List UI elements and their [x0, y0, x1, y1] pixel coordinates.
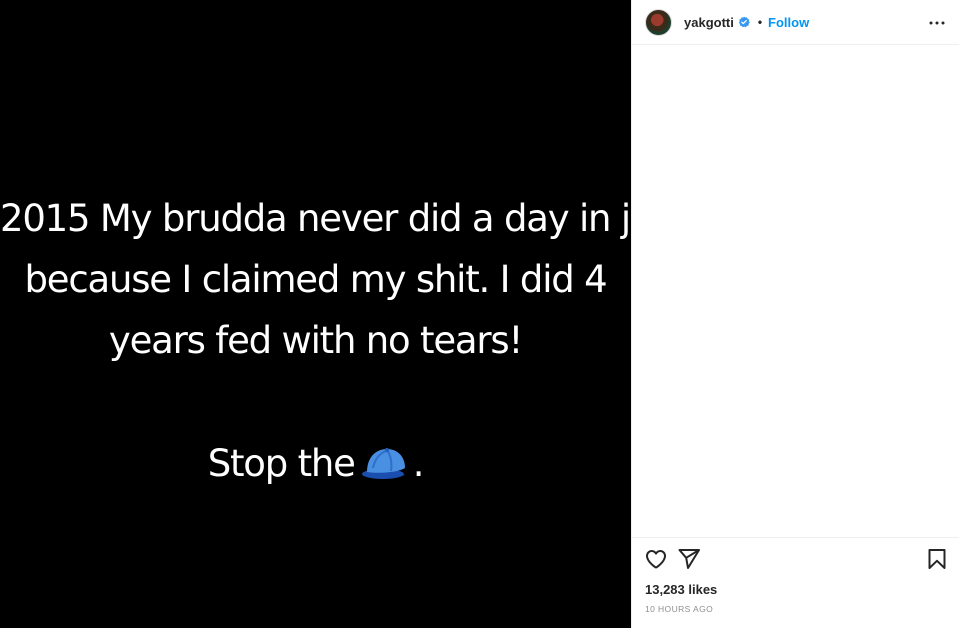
quote-line-stop: Stop the . [0, 433, 631, 494]
post-media[interactable]: 2015 My brudda never did a day in jail b… [0, 0, 671, 628]
post-sidebar: yakgotti • Follow 13,283 likes 10 HOURS … [631, 0, 959, 628]
quote-line: 2015 My brudda never did a day in jail [0, 197, 671, 240]
quote-spacer [0, 371, 631, 433]
post-actions: 13,283 likes 10 HOURS AGO [632, 537, 959, 628]
verified-badge-icon [738, 16, 750, 28]
post-timestamp[interactable]: 10 HOURS AGO [645, 604, 713, 614]
post-dialog: 2015 My brudda never did a day in jail b… [0, 0, 959, 628]
post-header: yakgotti • Follow [632, 0, 959, 45]
stop-prefix: Stop the [207, 442, 356, 485]
post-quote-text: 2015 My brudda never did a day in jail b… [0, 188, 671, 494]
heart-icon[interactable] [644, 547, 668, 571]
bookmark-icon[interactable] [925, 547, 949, 571]
stop-suffix: . [412, 442, 425, 485]
quote-line: years fed with no tears! [108, 319, 523, 362]
comments-area[interactable] [632, 45, 959, 537]
likes-count[interactable]: 13,283 likes [645, 582, 717, 597]
quote-line: because I claimed my shit. I did 4 [24, 258, 608, 301]
header-separator: • [757, 15, 763, 29]
blue-cap-icon [361, 448, 405, 479]
avatar[interactable] [645, 8, 672, 36]
follow-button[interactable]: Follow [768, 15, 809, 30]
username-link[interactable]: yakgotti [684, 15, 734, 30]
more-options-icon[interactable] [925, 11, 949, 35]
paper-plane-icon[interactable] [677, 547, 701, 571]
